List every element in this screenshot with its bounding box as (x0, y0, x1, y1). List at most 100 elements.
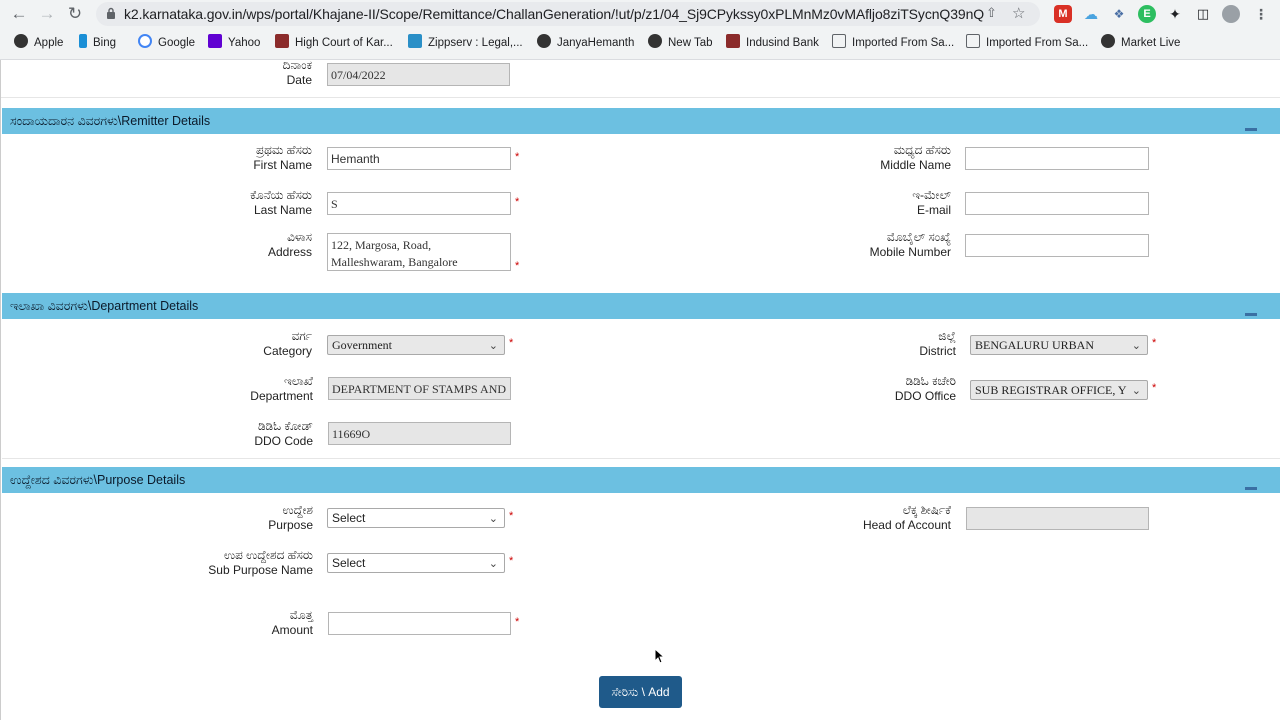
bookmark-indusind[interactable]: Indusind Bank (726, 34, 819, 52)
district-select[interactable]: BENGALURU URBAN ⌄ (970, 335, 1148, 355)
chevron-down-icon: ⌄ (1131, 340, 1141, 352)
cloud-extension-icon[interactable]: ☁ (1082, 5, 1100, 23)
email-label: ಇ-ಮೇಲ್ E-mail (912, 188, 951, 217)
url-actions: ⇧ ☆ (982, 5, 1034, 23)
first-name-input[interactable]: Hemanth (327, 147, 511, 170)
ddo-office-label: ಡಿಡಿಓ ಕಚೇರಿ DDO Office (894, 374, 956, 403)
challan-form-page: ದಿನಾಂಕ Date 07/04/2022 ಸಂದಾಯದಾರನ ವಿವರಗಳು… (0, 58, 1280, 720)
purpose-label: ಉದ್ದೇಶ Purpose (268, 503, 313, 532)
mega-extension-icon[interactable]: M (1054, 5, 1072, 23)
bookmark-janyahemanth[interactable]: JanyaHemanth (537, 34, 634, 52)
mobile-number-input[interactable] (965, 234, 1149, 257)
bookmark-bing[interactable]: Bing (79, 34, 116, 52)
date-label: ದಿನಾಂಕ Date (282, 58, 312, 87)
globe-icon (537, 34, 551, 48)
chevron-down-icon: ⌄ (488, 340, 498, 352)
purpose-details-body: ಉದ್ದೇಶ Purpose Select ⌄ * ಲೆಕ್ಕ ಶೀರ್ಷಿಕೆ… (2, 493, 1280, 673)
required-marker: * (509, 555, 514, 567)
address-bar[interactable]: k2.karnataka.gov.in/wps/portal/Khajane-I… (96, 2, 1040, 26)
globe-icon (648, 34, 662, 48)
head-of-account-label: ಲೆಕ್ಕ ಶೀರ್ಷಿಕೆ Head of Account (862, 503, 951, 532)
add-button[interactable]: ಸೇರಿಸು \ Add (599, 676, 682, 708)
date-field: 07/04/2022 (327, 63, 510, 86)
chevron-down-icon: ⌄ (488, 513, 498, 525)
bing-icon (79, 34, 87, 48)
share-icon[interactable]: ⇧ (986, 5, 997, 21)
collapse-icon[interactable] (1245, 313, 1257, 316)
required-marker: * (515, 616, 520, 628)
first-name-label: ಪ್ರಥಮ ಹೆಸರು First Name (253, 143, 312, 172)
category-label: ವರ್ಗ Category (263, 329, 312, 358)
forward-arrow-icon[interactable]: → (37, 4, 57, 24)
required-marker: * (515, 196, 520, 208)
google-icon (138, 34, 152, 48)
required-marker: * (509, 510, 514, 522)
address-label: ವಿಳಾಸ Address (267, 230, 312, 259)
evernote-extension-icon[interactable]: E (1138, 5, 1156, 23)
bookmark-market-live[interactable]: Market Live (1101, 34, 1180, 52)
email-input[interactable] (965, 192, 1149, 215)
ddo-code-label: ಡಿಡಿಓ ಕೋಡ್ DDO Code (254, 419, 313, 448)
bookmark-apple[interactable]: Apple (14, 34, 63, 52)
globe-icon (1101, 34, 1115, 48)
reload-icon[interactable]: ↻ (65, 4, 85, 24)
head-of-account-field (966, 507, 1149, 530)
folder-icon (832, 34, 846, 48)
bookmark-folder-1[interactable]: Imported From Sa... (832, 34, 954, 52)
bookmark-high-court[interactable]: High Court of Kar... (275, 34, 393, 52)
middle-name-label: ಮಧ್ಯದ ಹೆಸರು Middle Name (880, 143, 951, 172)
date-row: ದಿನಾಂಕ Date 07/04/2022 (1, 58, 1280, 98)
purpose-select[interactable]: Select ⌄ (327, 508, 505, 528)
lock-icon (107, 7, 115, 19)
url-text: k2.karnataka.gov.in/wps/portal/Khajane-I… (124, 6, 984, 22)
folder-icon (966, 34, 980, 48)
bookmark-folder-2[interactable]: Imported From Sa... (966, 34, 1088, 52)
zippserv-icon (408, 34, 422, 48)
bookmark-zippserv[interactable]: Zippserv : Legal,... (408, 34, 523, 52)
star-icon[interactable]: ☆ (1012, 4, 1025, 22)
required-marker: * (1152, 382, 1157, 394)
category-select[interactable]: Government ⌄ (327, 335, 505, 355)
profile-avatar[interactable] (1222, 5, 1240, 23)
remitter-details-body: ಪ್ರಥಮ ಹೆಸರು First Name Hemanth * ಮಧ್ಯದ ಹ… (2, 134, 1280, 294)
ddo-code-field: 11669O (328, 422, 511, 445)
sub-purpose-select[interactable]: Select ⌄ (327, 553, 505, 573)
bookmark-new-tab[interactable]: New Tab (648, 34, 713, 52)
court-icon (275, 34, 289, 48)
bookmark-google[interactable]: Google (138, 34, 195, 52)
kebab-menu-icon[interactable]: ⋮ (1252, 5, 1270, 23)
apple-icon (14, 34, 28, 48)
district-label: ಜಿಲ್ಲೆ District (919, 329, 956, 358)
department-field: DEPARTMENT OF STAMPS AND (328, 377, 511, 400)
amount-label: ಮೊತ್ತ Amount (271, 608, 313, 637)
mobile-number-label: ಮೊಬೈಲ್ ಸಂಖ್ಯೆ Mobile Number (869, 230, 951, 259)
address-textarea[interactable]: 122, Margosa, Road, Malleshwaram, Bangal… (327, 233, 511, 271)
department-details-body: ವರ್ಗ Category Government ⌄ * ಜಿಲ್ಲೆ Dist… (2, 319, 1280, 459)
indusind-icon (726, 34, 740, 48)
last-name-input[interactable]: S (327, 192, 511, 215)
required-marker: * (509, 337, 514, 349)
chevron-down-icon: ⌄ (1131, 385, 1141, 397)
sub-purpose-label: ಉಪ ಉದ್ದೇಶದ ಹೆಸರು Sub Purpose Name (208, 548, 313, 577)
chevron-down-icon: ⌄ (488, 558, 498, 570)
required-marker: * (515, 260, 520, 272)
collapse-icon[interactable] (1245, 487, 1257, 490)
remitter-details-header[interactable]: ಸಂದಾಯದಾರನ ವಿವರಗಳು\Remitter Details (2, 108, 1280, 134)
side-panel-icon[interactable]: ◫ (1194, 5, 1212, 23)
ddo-office-select[interactable]: SUB REGISTRAR OFFICE, Y ⌄ (970, 380, 1148, 400)
mouse-cursor-icon (654, 648, 664, 664)
bookmark-yahoo[interactable]: Yahoo (208, 34, 260, 52)
dropbox-extension-icon[interactable]: ❖ (1110, 5, 1128, 23)
department-label: ಇಲಾಖೆ Department (250, 374, 313, 403)
bookmarks-bar: Apple Bing Google Yahoo High Court of Ka… (0, 32, 1280, 54)
purpose-details-header[interactable]: ಉದ್ದೇಶದ ವಿವರಗಳು\Purpose Details (2, 467, 1280, 493)
collapse-icon[interactable] (1245, 128, 1257, 131)
department-details-header[interactable]: ಇಲಾಖಾ ವಿವರಗಳು\Department Details (2, 293, 1280, 319)
last-name-label: ಕೊನೆಯ ಹೆಸರು Last Name (250, 188, 312, 217)
yahoo-icon (208, 34, 222, 48)
middle-name-input[interactable] (965, 147, 1149, 170)
puzzle-extension-icon[interactable]: ✦ (1166, 5, 1184, 23)
back-arrow-icon[interactable]: ← (9, 4, 29, 24)
required-marker: * (1152, 337, 1157, 349)
amount-input[interactable] (328, 612, 511, 635)
